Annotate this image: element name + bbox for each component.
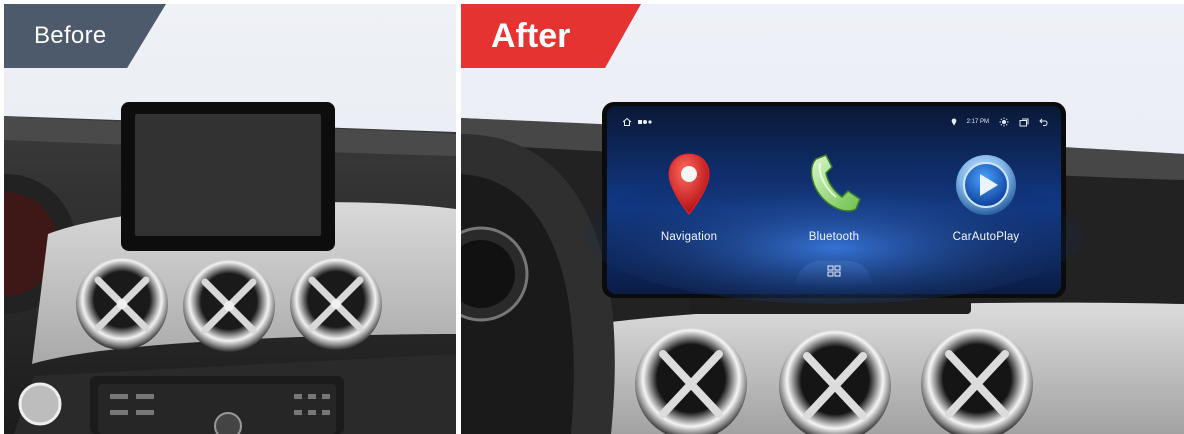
head-unit-screen: 2:17 PM Navigation Bluetooth CarAutoPlay bbox=[602, 103, 1066, 298]
clock-time: 2:17 PM bbox=[966, 119, 989, 125]
navigation-pin-icon bbox=[629, 145, 749, 225]
before-photo: Before bbox=[4, 4, 456, 434]
status-bar-right: 2:17 PM bbox=[951, 115, 1048, 129]
before-dashboard-image bbox=[4, 4, 456, 434]
bluetooth-app[interactable]: Bluetooth bbox=[774, 145, 894, 243]
location-icon bbox=[951, 118, 957, 126]
multitask-icon[interactable] bbox=[1019, 118, 1029, 127]
bluetooth-label: Bluetooth bbox=[808, 231, 860, 243]
navigation-label: Navigation bbox=[660, 231, 718, 243]
home-icon[interactable] bbox=[622, 117, 632, 127]
navigation-app[interactable]: Navigation bbox=[629, 145, 749, 243]
app-grid-icon bbox=[827, 264, 841, 282]
status-bar-left bbox=[622, 115, 652, 129]
carautoplay-label: CarAutoPlay bbox=[952, 231, 1020, 243]
brightness-icon[interactable] bbox=[999, 117, 1009, 127]
back-icon[interactable] bbox=[1039, 118, 1048, 127]
carautoplay-app[interactable]: CarAutoPlay bbox=[926, 145, 1046, 243]
app-drawer-button[interactable] bbox=[796, 261, 872, 285]
app-dots-icon bbox=[638, 119, 652, 125]
phone-handset-icon bbox=[774, 145, 894, 225]
carautoplay-icon bbox=[926, 145, 1046, 225]
